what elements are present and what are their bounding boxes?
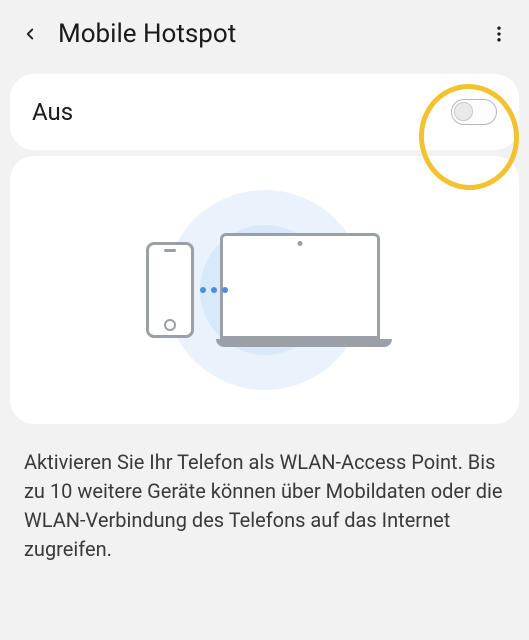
more-options-icon[interactable] [485,20,513,48]
illustration-card [10,156,519,424]
devices-illustration [146,233,384,347]
hotspot-toggle-row: Aus [32,98,497,126]
hotspot-description: Aktivieren Sie Ihr Telefon als WLAN-Acce… [0,430,529,582]
back-icon[interactable] [16,20,44,48]
hotspot-toggle-card: Aus [10,74,519,150]
laptop-icon [216,233,384,347]
header-bar: Mobile Hotspot [0,0,529,68]
phone-icon [146,242,194,338]
hotspot-state-label: Aus [32,98,73,126]
page-title: Mobile Hotspot [58,19,485,49]
toggle-knob [454,102,473,121]
hotspot-toggle-switch[interactable] [451,99,497,125]
connection-dots-icon [200,287,228,293]
